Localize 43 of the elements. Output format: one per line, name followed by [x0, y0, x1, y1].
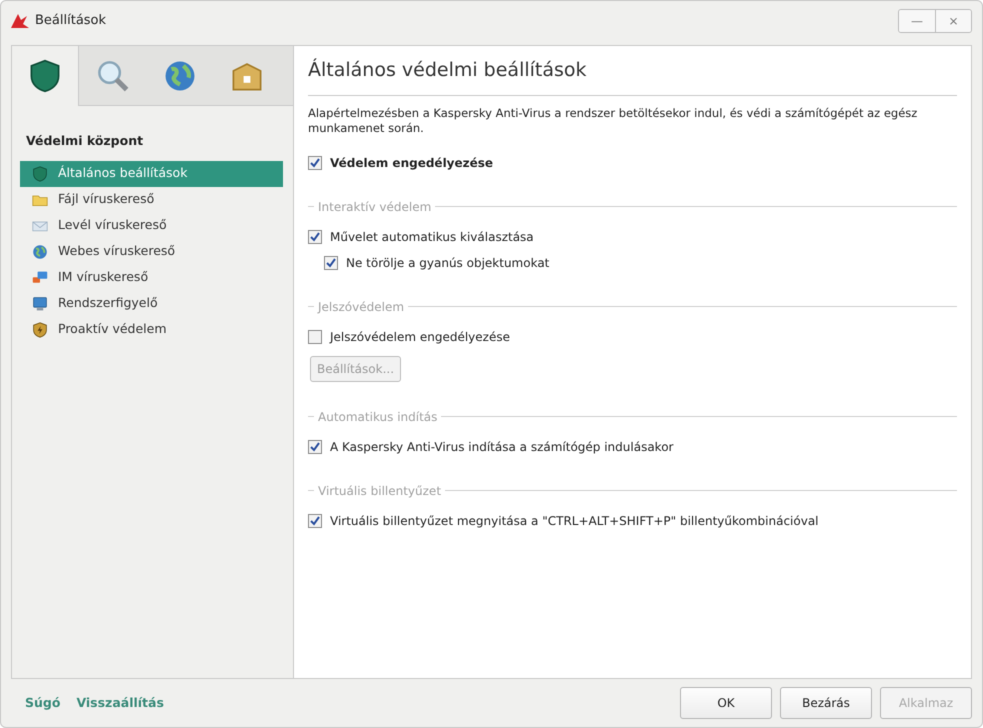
- search-icon: [96, 58, 130, 92]
- page-title: Általános védelmi beállítások: [308, 56, 957, 96]
- globe-icon: [32, 244, 48, 260]
- footer-link[interactable]: Súgó: [25, 694, 60, 712]
- shield-icon: [32, 166, 48, 182]
- sidebar-tab[interactable]: [12, 46, 79, 106]
- checkbox[interactable]: [308, 514, 322, 528]
- checkbox-label: Ne törölje a gyanús objektumokat: [346, 254, 550, 272]
- section-label: Virtuális billentyűzet: [318, 482, 442, 500]
- window-title: Beállítások: [35, 12, 106, 30]
- dialog-button[interactable]: OK: [680, 687, 772, 719]
- checkbox-label: Védelem engedélyezése: [330, 154, 494, 172]
- checkbox[interactable]: [308, 440, 322, 454]
- sidebar-item[interactable]: Rendszerfigyelő: [20, 290, 283, 317]
- app-logo-icon: [11, 14, 29, 28]
- footer-link[interactable]: Visszaállítás: [76, 694, 164, 712]
- sidebar-item[interactable]: Levél víruskereső: [20, 212, 283, 239]
- minimize-button[interactable]: —: [899, 10, 935, 32]
- section-label: Interaktív védelem: [318, 198, 432, 216]
- checkbox[interactable]: [308, 156, 322, 170]
- chat-icon: [32, 270, 48, 286]
- checkbox[interactable]: [308, 330, 322, 344]
- checkbox[interactable]: [324, 256, 338, 270]
- dialog-button[interactable]: Bezárás: [780, 687, 872, 719]
- checkbox-label: Virtuális billentyűzet megnyitása a "CTRL+ALT+SHIFT+P" billentyűkombinációval: [330, 512, 819, 530]
- section-label: Jelszóvédelem: [318, 298, 404, 316]
- monitor-icon: [32, 296, 48, 312]
- checkbox-label: Jelszóvédelem engedélyezése: [330, 328, 510, 346]
- sidebar-item[interactable]: Proaktív védelem: [20, 316, 283, 343]
- sidebar-heading: Védelmi központ: [25, 132, 144, 150]
- description-text: Alapértelmezésben a Kaspersky Anti-Virus a rendszer betöltésekor indul, és védi a számítógépét az egész munkamenet során.: [308, 106, 918, 136]
- checkbox-label: A Kaspersky Anti-Virus indítása a számítógép indulásakor: [330, 438, 674, 456]
- section-label: Automatikus indítás: [318, 408, 438, 426]
- shield-icon: [32, 322, 48, 338]
- sidebar-item[interactable]: Webes víruskereső: [20, 238, 283, 265]
- sidebar-item[interactable]: IM víruskereső: [20, 264, 283, 291]
- sidebar-item[interactable]: Általános beállítások: [20, 160, 283, 187]
- checkbox-label: Művelet automatikus kiválasztása: [330, 228, 534, 246]
- sidebar-item[interactable]: Fájl víruskereső: [20, 186, 283, 213]
- close-button[interactable]: ×: [935, 10, 971, 32]
- checkbox[interactable]: [308, 230, 322, 244]
- shield-icon: [28, 59, 62, 93]
- globe-icon: [162, 58, 196, 92]
